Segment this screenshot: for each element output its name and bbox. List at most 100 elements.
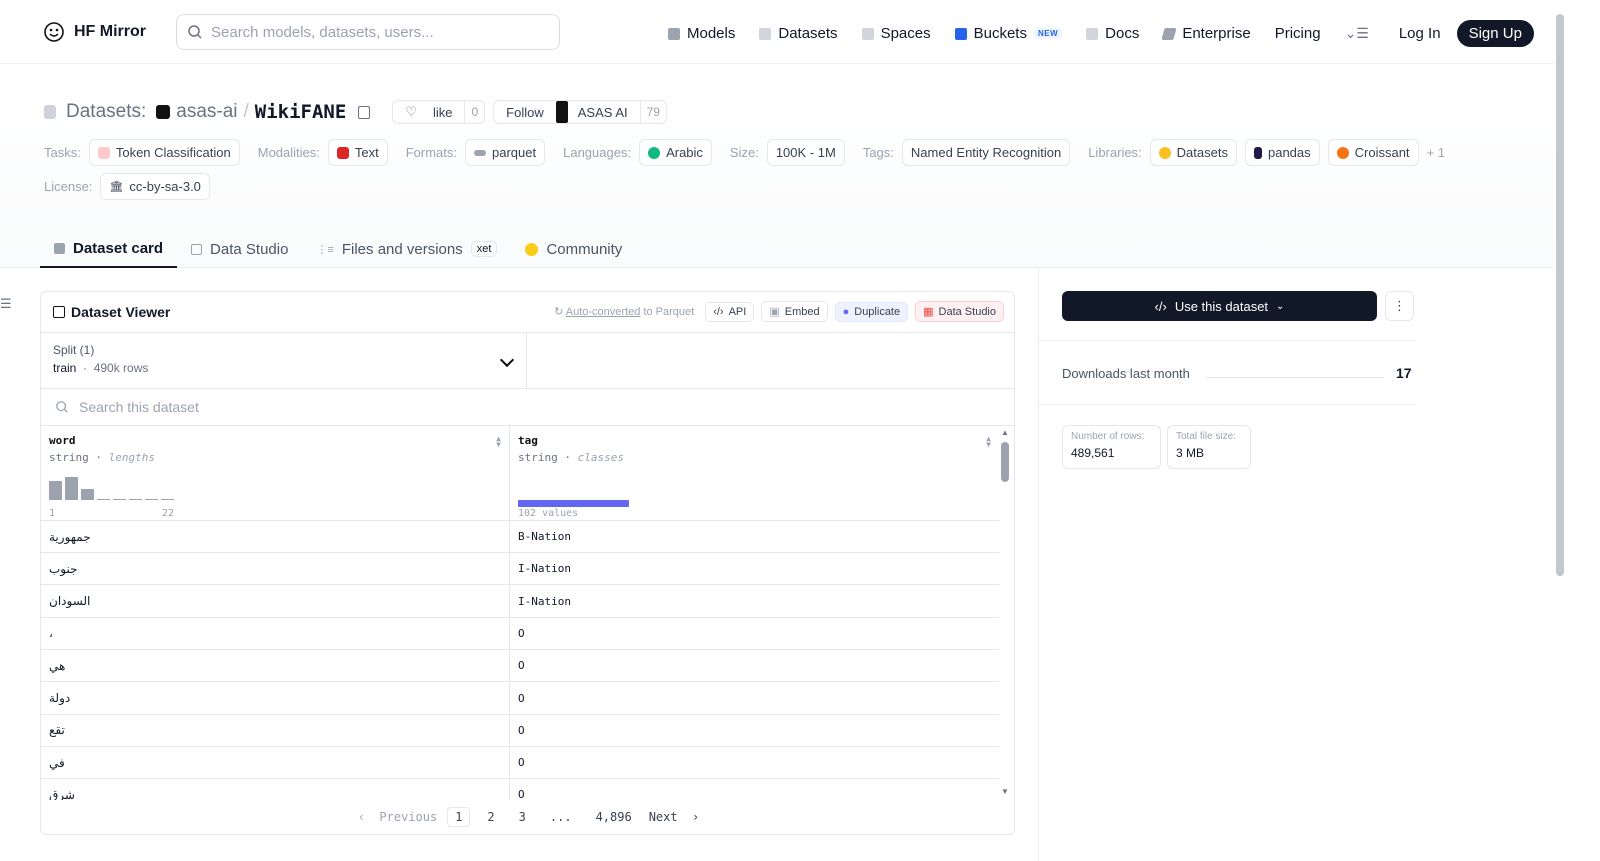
dataset-org-link[interactable]: asas-ai — [176, 101, 237, 123]
histogram-bar[interactable] — [113, 499, 126, 500]
nav-enterprise[interactable]: Enterprise — [1161, 22, 1251, 46]
table-row[interactable]: تقع O — [41, 714, 999, 747]
modalities-label: Modalities: — [257, 145, 320, 160]
license-label: License: — [44, 179, 93, 194]
next-page-button[interactable]: Next › — [649, 810, 700, 824]
tag-license[interactable]: 🏛 cc-by-sa-3.0 — [100, 173, 210, 200]
page-scrollbar-thumb[interactable] — [1556, 14, 1564, 576]
tag-language[interactable]: Arabic — [639, 139, 712, 166]
tag-size[interactable]: 100K - 1M — [766, 139, 845, 166]
logo-text: HF Mirror — [74, 23, 146, 40]
histogram-bar[interactable] — [65, 476, 78, 500]
heart-icon: ♡ — [405, 104, 417, 119]
table-scrollbar[interactable]: ▲ ▼ — [1000, 426, 1010, 796]
tab-files[interactable]: ⋮≡ Files and versions xet — [302, 230, 511, 268]
page-last-button[interactable]: 4,896 — [589, 808, 639, 826]
scrollbar-thumb[interactable] — [1001, 442, 1009, 482]
histogram-bar[interactable] — [97, 499, 110, 500]
tab-dataset-card[interactable]: Dataset card — [40, 230, 178, 268]
histogram-bar[interactable] — [145, 499, 158, 500]
table-row[interactable]: هي O — [41, 650, 999, 683]
sidebar-toggle-icon[interactable]: ☰ — [0, 296, 12, 312]
previous-page-button[interactable]: ‹ Previous — [358, 810, 437, 824]
dataset-search-input[interactable]: Search this dataset — [41, 389, 1014, 426]
use-dataset-button[interactable]: ‹/› Use this dataset ⌄ — [1062, 291, 1377, 321]
table-row[interactable]: دولة O — [41, 682, 999, 715]
nav-pricing[interactable]: Pricing — [1275, 22, 1321, 46]
tag-modality[interactable]: Text — [327, 139, 388, 166]
split-name: train — [53, 361, 77, 375]
histogram-bar[interactable] — [129, 499, 142, 500]
histogram-bar[interactable] — [81, 489, 94, 500]
scroll-down-icon[interactable]: ▼ — [1001, 787, 1009, 796]
tag-format[interactable]: parquet — [465, 139, 546, 166]
cell-tag: B-Nation — [518, 530, 571, 543]
duplicate-button[interactable]: ● Duplicate — [834, 301, 909, 322]
page-3-button[interactable]: 3 — [512, 808, 533, 826]
search-icon — [56, 401, 68, 413]
tag-ner[interactable]: Named Entity Recognition — [901, 139, 1071, 166]
hf-logo-icon — [44, 22, 64, 42]
tab-data-studio[interactable]: Data Studio — [177, 230, 302, 268]
dataset-header: Datasets: asas-ai / WikiFANE ♡ like 0 Fol… — [0, 64, 1568, 268]
table-row[interactable]: ، O — [41, 617, 999, 650]
more-menu-icon[interactable]: ⌄☰ — [1345, 25, 1369, 42]
new-badge: NEW — [1033, 28, 1063, 39]
bucket-icon — [954, 27, 967, 40]
more-libraries-link[interactable]: + 1 — [1427, 145, 1445, 160]
code-icon: ‹/› — [713, 305, 724, 318]
dataset-tags-row: Tasks: Token Classification Modalities: … — [44, 139, 1445, 166]
cube-icon — [54, 242, 65, 254]
sort-icon[interactable]: ▲ ▼ — [986, 435, 991, 449]
api-button[interactable]: ‹/› API — [705, 301, 755, 322]
cell-tag: I-Nation — [518, 562, 571, 576]
api-label: API — [728, 305, 747, 318]
histogram-bar[interactable] — [49, 481, 62, 500]
table-row[interactable]: جمهورية B-Nation — [41, 521, 999, 553]
embed-button[interactable]: ▣ Embed — [761, 301, 828, 322]
dataset-name-link[interactable]: WikiFANE — [255, 101, 347, 123]
signup-button[interactable]: Sign Up — [1456, 20, 1534, 47]
rows-stat-label: Number of rows: — [1071, 431, 1145, 442]
copy-icon[interactable] — [358, 105, 371, 119]
login-link[interactable]: Log In — [1399, 25, 1441, 42]
nav-buckets[interactable]: Buckets NEW — [954, 22, 1063, 46]
table-row[interactable]: السودان I-Nation — [41, 585, 999, 618]
page-scrollbar[interactable] — [1554, 0, 1568, 861]
tag-task[interactable]: Token Classification — [88, 139, 240, 166]
nav-datasets[interactable]: Datasets — [759, 22, 838, 46]
book-icon — [1086, 27, 1099, 40]
split-selector[interactable]: Split (1) train · 490k rows — [41, 333, 527, 388]
cell-word: ، — [41, 617, 510, 649]
follow-button[interactable]: Follow ASAS AI 79 — [493, 100, 667, 124]
nav-models[interactable]: Models — [668, 22, 735, 46]
histogram-bar[interactable] — [161, 499, 174, 500]
more-options-button[interactable]: ⋮ — [1385, 291, 1414, 321]
table-icon — [191, 243, 203, 255]
table-row[interactable]: جنوب I-Nation — [41, 553, 999, 586]
global-search-input[interactable]: Search models, datasets, users... — [176, 14, 560, 50]
page-1-button[interactable]: 1 — [447, 807, 471, 827]
like-button[interactable]: ♡ like 0 — [392, 100, 486, 124]
scroll-up-icon[interactable]: ▲ — [1001, 428, 1009, 437]
tag-size-label: 100K - 1M — [775, 145, 836, 160]
split-rows: 490k rows — [93, 361, 149, 375]
tag-lib-datasets[interactable]: Datasets — [1149, 139, 1237, 166]
tab-community[interactable]: Community — [511, 230, 636, 268]
tag-lib-croissant[interactable]: Croissant — [1327, 139, 1419, 166]
column-type-label: string — [518, 451, 558, 464]
data-studio-button[interactable]: ▦ Data Studio — [915, 301, 1004, 322]
nav-spaces[interactable]: Spaces — [861, 22, 931, 46]
column-header-tag[interactable]: tag string · classes ▲ ▼ 102 values — [510, 426, 999, 521]
logo[interactable]: HF Mirror — [42, 20, 146, 44]
next-label: Next — [648, 810, 678, 824]
sort-icon[interactable]: ▲ ▼ — [496, 435, 501, 449]
column-name: tag — [518, 434, 538, 447]
nav-links: Models Datasets Spaces Buckets NEW Docs E… — [668, 20, 1534, 47]
page-2-button[interactable]: 2 — [480, 808, 501, 826]
tag-lib-pandas[interactable]: pandas — [1244, 139, 1320, 166]
table-row[interactable]: في O — [41, 747, 999, 780]
auto-converted-link[interactable]: Auto-converted — [566, 306, 641, 318]
column-header-word[interactable]: word string · lengths ▲ ▼ 1 22 — [41, 426, 510, 521]
nav-docs[interactable]: Docs — [1086, 22, 1139, 46]
